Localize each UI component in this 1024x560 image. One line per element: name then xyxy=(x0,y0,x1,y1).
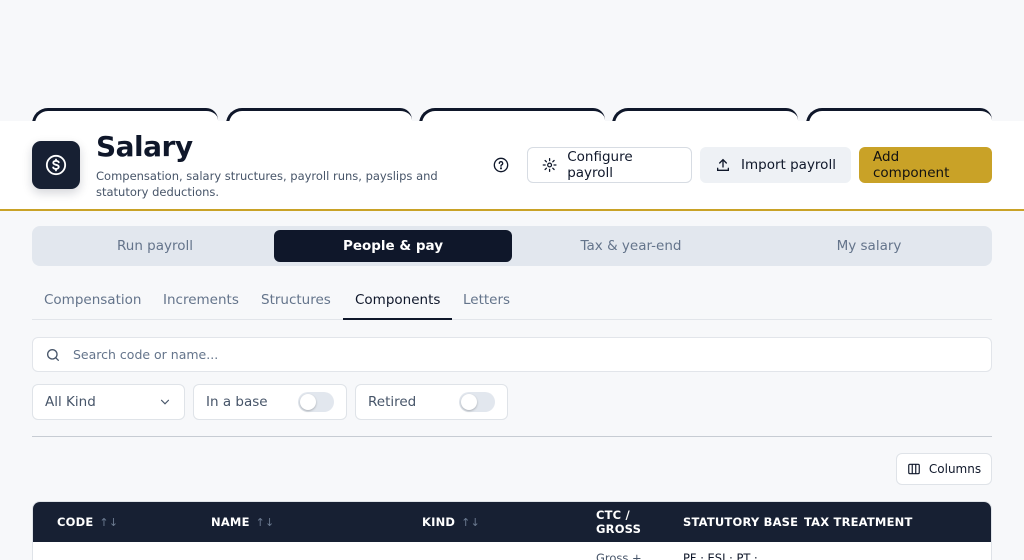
kind-filter-select[interactable]: All Kind xyxy=(32,384,185,420)
column-header-code[interactable]: CODE ↑↓ xyxy=(57,502,118,542)
column-header-label: CTC / xyxy=(596,508,630,522)
add-component-label: Add component xyxy=(873,149,950,181)
search-input[interactable] xyxy=(73,338,973,371)
column-header-tax-treatment: TAX TREATMENT xyxy=(804,502,913,542)
tab-letters[interactable]: Letters xyxy=(451,284,522,320)
column-header-name[interactable]: NAME ↑↓ xyxy=(211,502,274,542)
table-cell: Gross + xyxy=(596,551,642,560)
in-base-label: In a base xyxy=(206,394,268,410)
retired-toggle[interactable] xyxy=(459,392,495,412)
tab-increments[interactable]: Increments xyxy=(151,284,251,320)
column-header-label: KIND xyxy=(422,515,456,529)
configure-payroll-button[interactable]: Configure payroll xyxy=(527,147,692,183)
divider xyxy=(32,436,992,437)
tab-structures[interactable]: Structures xyxy=(249,284,343,320)
components-table: CODE ↑↓ NAME ↑↓ KIND ↑↓ CTC / GROSS STAT… xyxy=(32,501,992,560)
segment-my-salary[interactable]: My salary xyxy=(750,230,988,262)
help-icon[interactable] xyxy=(492,156,510,174)
section-switcher: Run payroll People & pay Tax & year-end … xyxy=(32,226,992,266)
import-payroll-label: Import payroll xyxy=(741,157,836,173)
column-header-label: TAX TREATMENT xyxy=(804,515,913,529)
search-icon xyxy=(47,349,59,361)
segment-run-payroll[interactable]: Run payroll xyxy=(36,230,274,262)
table-cell: PF · ESI · PT · xyxy=(683,551,758,560)
salary-logo xyxy=(32,141,80,189)
gear-icon xyxy=(542,158,557,172)
column-header-label: CODE xyxy=(57,515,94,529)
retired-label: Retired xyxy=(368,394,417,410)
add-component-button[interactable]: Add component xyxy=(859,147,992,183)
column-header-ctc-gross: CTC / GROSS xyxy=(596,502,641,542)
sub-tabs: Compensation Increments Structures Compo… xyxy=(32,284,992,320)
tab-compensation[interactable]: Compensation xyxy=(32,284,153,320)
page-title: Salary xyxy=(96,130,193,163)
segment-tax-year-end[interactable]: Tax & year-end xyxy=(512,230,750,262)
page-header: Salary Compensation, salary structures, … xyxy=(0,121,1024,211)
page-subtitle: Compensation, salary structures, payroll… xyxy=(96,169,438,199)
column-header-label: STATUTORY BASE xyxy=(683,515,799,529)
column-header-label: GROSS xyxy=(596,522,642,536)
tab-components[interactable]: Components xyxy=(343,284,453,320)
sort-icon: ↑↓ xyxy=(99,515,119,529)
kind-filter-value: All Kind xyxy=(45,394,96,410)
sort-icon: ↑↓ xyxy=(255,515,275,529)
columns-button[interactable]: Columns xyxy=(896,453,992,485)
upload-icon xyxy=(717,158,729,171)
in-base-toggle[interactable] xyxy=(298,392,334,412)
import-payroll-button[interactable]: Import payroll xyxy=(700,147,851,183)
column-header-label: NAME xyxy=(211,515,250,529)
columns-label: Columns xyxy=(928,462,982,476)
in-base-filter: In a base xyxy=(193,384,347,420)
segment-people-pay[interactable]: People & pay xyxy=(274,230,512,262)
table-header: CODE ↑↓ NAME ↑↓ KIND ↑↓ CTC / GROSS STAT… xyxy=(33,502,991,542)
chevron-down-icon xyxy=(160,399,170,405)
column-header-statutory-base: STATUTORY BASE xyxy=(683,502,798,542)
columns-icon xyxy=(908,463,920,475)
dollar-circle-icon xyxy=(45,154,67,176)
sort-icon: ↑↓ xyxy=(461,515,481,529)
configure-payroll-label: Configure payroll xyxy=(567,149,633,181)
column-header-kind[interactable]: KIND ↑↓ xyxy=(422,502,480,542)
retired-filter: Retired xyxy=(355,384,508,420)
search-box xyxy=(32,337,992,372)
